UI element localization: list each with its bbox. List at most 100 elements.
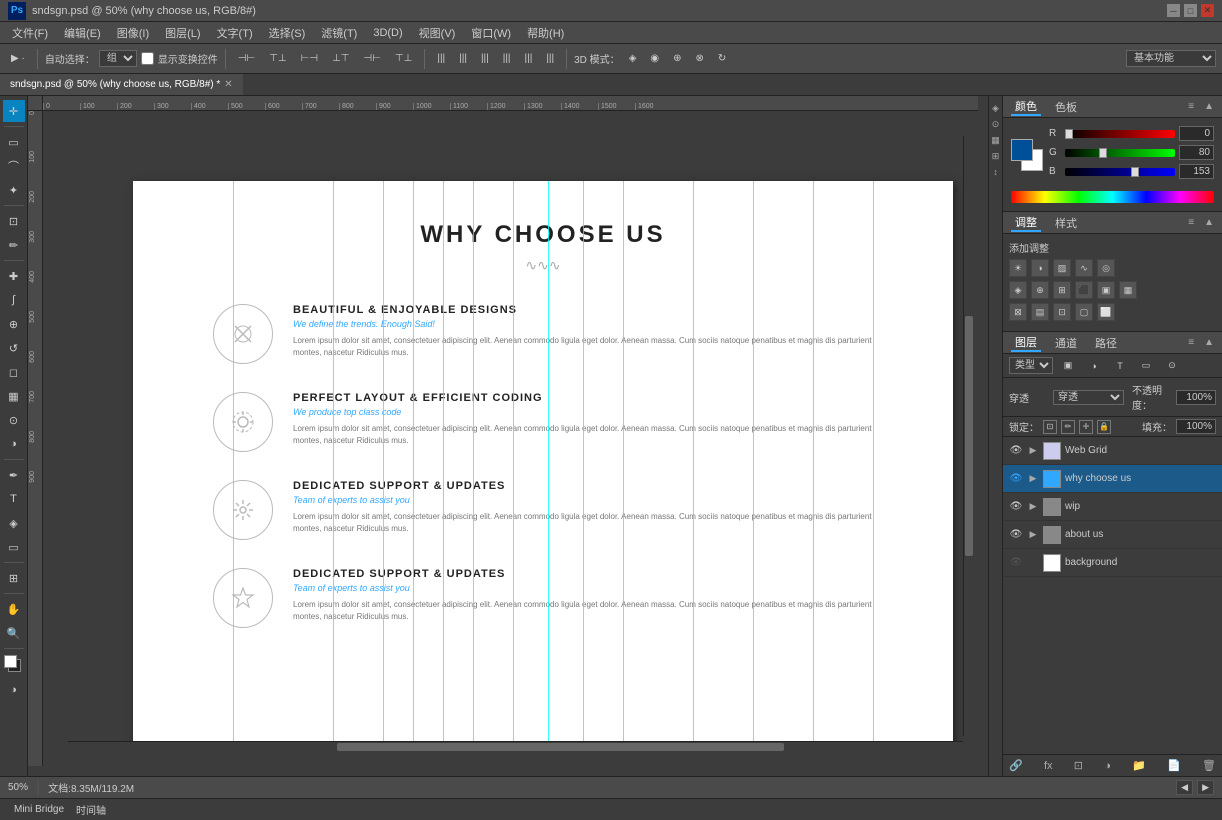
blue-slider[interactable] bbox=[1065, 168, 1175, 176]
menu-help[interactable]: 帮助(H) bbox=[519, 22, 572, 43]
layer-visibility-about[interactable]: 👁 bbox=[1009, 528, 1023, 542]
layers-panel-collapse[interactable]: ▲ bbox=[1204, 337, 1214, 348]
adj-btn-solid[interactable]: ⬜ bbox=[1097, 303, 1115, 321]
green-slider[interactable] bbox=[1065, 149, 1175, 157]
menu-text[interactable]: 文字(T) bbox=[209, 22, 261, 43]
clone-stamp[interactable]: ⊕ bbox=[3, 313, 25, 335]
canvas-nav-controls[interactable]: ◀ ▶ bbox=[1176, 780, 1214, 795]
adj-btn-exposure[interactable]: ◎ bbox=[1097, 259, 1115, 277]
adj-btn-bw[interactable]: ⬛ bbox=[1075, 281, 1093, 299]
adj-btn-threshold[interactable]: ⊡ bbox=[1053, 303, 1071, 321]
quick-mask[interactable]: ◑ bbox=[3, 679, 25, 701]
magic-wand[interactable]: ✦ bbox=[3, 179, 25, 201]
menu-layer[interactable]: 图层(L) bbox=[157, 22, 208, 43]
workspace-select[interactable]: 基本功能 bbox=[1126, 50, 1216, 67]
adj-btn-photo[interactable]: ▣ bbox=[1097, 281, 1115, 299]
layer-visibility-bg[interactable]: 👁 bbox=[1009, 556, 1023, 570]
menu-select[interactable]: 选择(S) bbox=[261, 22, 314, 43]
timeline-tab[interactable]: 时间轴 bbox=[70, 802, 112, 817]
align-bottom[interactable]: ⊤⊥ bbox=[390, 50, 417, 67]
right-icon-4[interactable]: ⊞ bbox=[990, 150, 1002, 162]
foreground-background-colors[interactable] bbox=[4, 655, 24, 675]
3d-btn-3[interactable]: ⊕ bbox=[668, 50, 686, 67]
distribute-4[interactable]: ||| bbox=[498, 50, 516, 67]
red-slider[interactable] bbox=[1065, 130, 1175, 138]
new-layer-btn[interactable]: 📄 bbox=[1167, 759, 1181, 772]
canvas-area[interactable]: 0 100 200 300 400 500 600 700 800 900 10… bbox=[28, 96, 988, 776]
zoom-tool[interactable]: 🔍 bbox=[3, 622, 25, 644]
move-tool[interactable]: ✛ bbox=[3, 100, 25, 122]
adj-btn-levels[interactable]: ▨ bbox=[1053, 259, 1071, 277]
lock-transparent[interactable]: ⊡ bbox=[1043, 420, 1057, 434]
show-transform-checkbox[interactable] bbox=[141, 52, 154, 65]
layer-background[interactable]: 👁 background bbox=[1003, 549, 1222, 577]
distribute-2[interactable]: ||| bbox=[454, 50, 472, 67]
layer-about-us[interactable]: 👁 ▶ about us bbox=[1003, 521, 1222, 549]
window-controls[interactable]: ─ □ ✕ bbox=[1167, 4, 1214, 17]
scroll-thumb-h[interactable] bbox=[337, 743, 785, 751]
layer-expand-why[interactable]: ▶ bbox=[1027, 473, 1039, 485]
layers-panel-menu[interactable]: ≡ bbox=[1188, 337, 1194, 348]
distribute-6[interactable]: ||| bbox=[541, 50, 559, 67]
add-mask-btn[interactable]: ⊡ bbox=[1074, 759, 1083, 772]
scrollbar-vertical[interactable] bbox=[963, 136, 973, 736]
add-style-btn[interactable]: fx bbox=[1044, 760, 1053, 772]
layer-wip[interactable]: 👁 ▶ wip bbox=[1003, 493, 1222, 521]
delete-layer-btn[interactable]: 🗑 bbox=[1202, 759, 1216, 772]
right-icon-5[interactable]: ↕ bbox=[990, 166, 1002, 178]
gradient-tool[interactable]: ▦ bbox=[3, 385, 25, 407]
lasso-tool[interactable]: ⌒ bbox=[3, 155, 25, 177]
3d-tool[interactable]: ⊞ bbox=[3, 567, 25, 589]
eyedropper[interactable]: ✏ bbox=[3, 234, 25, 256]
maximize-button[interactable]: □ bbox=[1184, 4, 1197, 17]
adj-btn-channel[interactable]: ▢ bbox=[1075, 303, 1093, 321]
menu-window[interactable]: 窗口(W) bbox=[463, 22, 519, 43]
tab-close-button[interactable]: ✕ bbox=[224, 79, 232, 90]
eraser-tool[interactable]: ◻ bbox=[3, 361, 25, 383]
minimize-button[interactable]: ─ bbox=[1167, 4, 1180, 17]
3d-btn-5[interactable]: ↻ bbox=[713, 50, 731, 67]
3d-btn-2[interactable]: ◉ bbox=[645, 50, 664, 67]
adj-btn-hue[interactable]: ⊕ bbox=[1031, 281, 1049, 299]
mini-bridge-tab[interactable]: Mini Bridge bbox=[8, 804, 70, 815]
prev-page-btn[interactable]: ◀ bbox=[1176, 780, 1193, 795]
align-left[interactable]: ⊣⊢ bbox=[233, 50, 260, 67]
right-icon-1[interactable]: ◈ bbox=[990, 102, 1002, 114]
link-layers-btn[interactable]: 🔗 bbox=[1009, 759, 1023, 772]
new-group-btn[interactable]: 📁 bbox=[1132, 759, 1146, 772]
layer-visibility-wip[interactable]: 👁 bbox=[1009, 500, 1023, 514]
layer-why-choose-us[interactable]: 👁 ▶ why choose us bbox=[1003, 465, 1222, 493]
adj-btn-colorbalance[interactable]: ⊞ bbox=[1053, 281, 1071, 299]
adj-btn-contrast[interactable]: ◑ bbox=[1031, 259, 1049, 277]
color-spectrum[interactable] bbox=[1011, 191, 1214, 203]
lock-image[interactable]: ✏ bbox=[1061, 420, 1075, 434]
3d-btn-4[interactable]: ⊗ bbox=[691, 50, 709, 67]
blend-mode-select[interactable]: 穿透 bbox=[1053, 390, 1124, 405]
adj-btn-posterize[interactable]: ▤ bbox=[1031, 303, 1049, 321]
menu-3d[interactable]: 3D(D) bbox=[365, 22, 410, 43]
type-tool[interactable]: T bbox=[3, 488, 25, 510]
history-brush[interactable]: ↺ bbox=[3, 337, 25, 359]
menu-file[interactable]: 文件(F) bbox=[4, 22, 56, 43]
hand-tool[interactable]: ✋ bbox=[3, 598, 25, 620]
brush-tool[interactable]: ∫ bbox=[3, 289, 25, 311]
layers-filter-adj[interactable]: ◑ bbox=[1083, 355, 1105, 377]
align-center-h[interactable]: ⊤⊥ bbox=[264, 50, 291, 67]
opacity-input[interactable] bbox=[1176, 390, 1216, 405]
fg-bg-color-boxes[interactable] bbox=[1011, 139, 1043, 171]
menu-filter[interactable]: 滤镜(T) bbox=[313, 22, 365, 43]
move-tool-options[interactable]: ▶ · bbox=[6, 50, 30, 67]
crop-tool[interactable]: ⊡ bbox=[3, 210, 25, 232]
layer-visibility-why[interactable]: 👁 bbox=[1009, 472, 1023, 486]
new-adj-btn[interactable]: ◑ bbox=[1104, 760, 1111, 772]
fg-color-box[interactable] bbox=[1011, 139, 1033, 161]
dodge-tool[interactable]: ◑ bbox=[3, 433, 25, 455]
layers-type-select[interactable]: 类型 bbox=[1009, 357, 1053, 374]
adj-panel-collapse[interactable]: ▲ bbox=[1204, 217, 1214, 228]
align-top[interactable]: ⊥⊤ bbox=[327, 50, 354, 67]
lock-all[interactable]: 🔒 bbox=[1097, 420, 1111, 434]
adj-btn-vibrance[interactable]: ◈ bbox=[1009, 281, 1027, 299]
menu-edit[interactable]: 编辑(E) bbox=[56, 22, 109, 43]
color-panel-collapse[interactable]: ▲ bbox=[1204, 101, 1214, 112]
red-input[interactable] bbox=[1179, 126, 1214, 141]
